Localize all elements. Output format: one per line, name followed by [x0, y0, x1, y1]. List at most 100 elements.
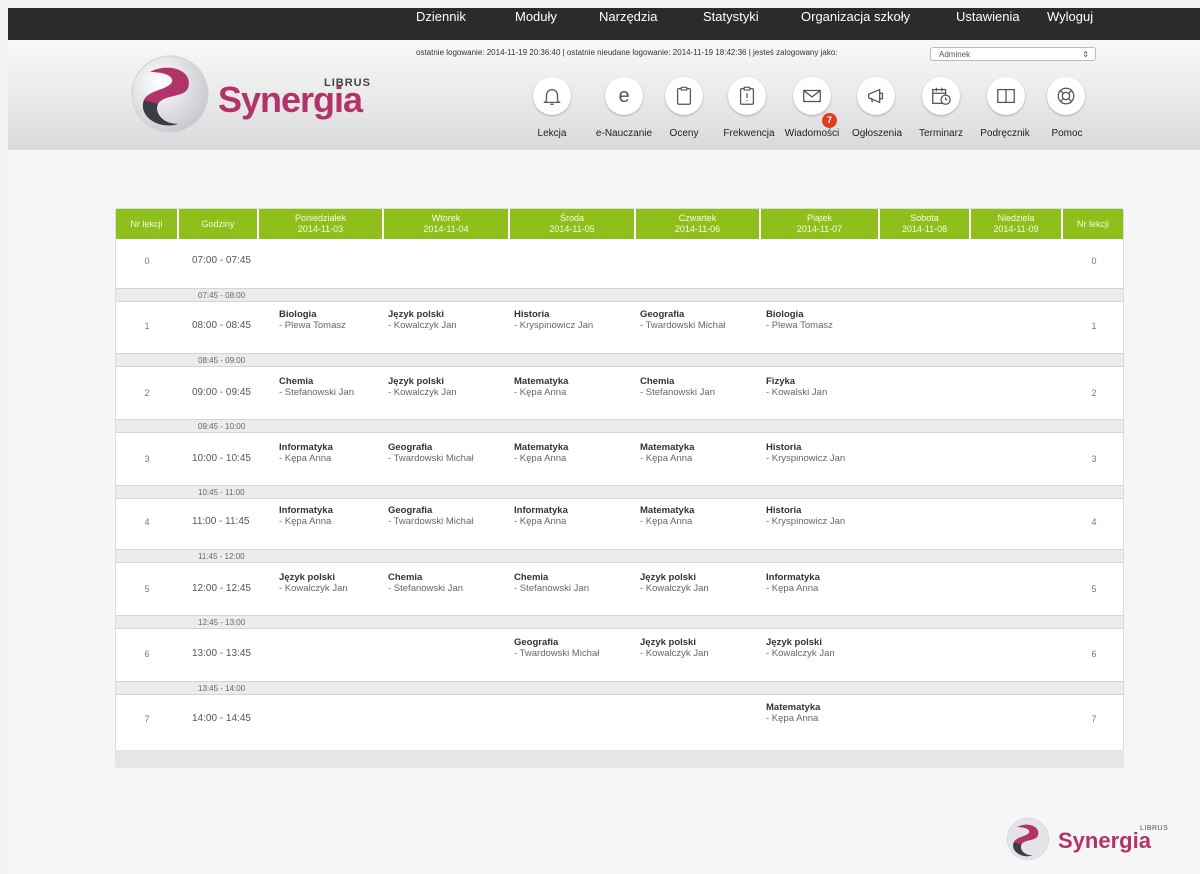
lesson-number: 5	[144, 584, 150, 594]
lesson-subject[interactable]: Informatyka	[766, 572, 820, 583]
podrecznik-label[interactable]: Podręcznik	[980, 128, 1029, 139]
lesson-subject[interactable]: Historia	[766, 505, 801, 516]
lesson-number-right: 7	[1091, 714, 1097, 724]
lesson-subject[interactable]: Informatyka	[279, 505, 333, 516]
lesson-teacher: - Stefanowski Jan	[514, 583, 589, 594]
break-hours: 08:45 - 09:00	[198, 356, 246, 365]
pomoc-label[interactable]: Pomoc	[1051, 128, 1082, 139]
lesson-teacher: - Kowalczyk Jan	[279, 583, 348, 594]
lesson-subject[interactable]: Chemia	[279, 376, 313, 387]
lesson-teacher: - Kryspinowicz Jan	[514, 320, 594, 331]
lesson-subject[interactable]: Historia	[766, 442, 801, 453]
lesson-subject[interactable]: Matematyka	[640, 505, 694, 516]
column-header-name: Piątek	[806, 213, 832, 223]
ogloszenia-button[interactable]	[857, 77, 895, 115]
lesson-number: 1	[144, 321, 150, 331]
lesson-teacher: - Kępa Anna	[640, 516, 693, 527]
footer-logo-icon	[1006, 817, 1050, 861]
column-header: Nr lekcji	[1063, 209, 1123, 239]
lesson-teacher: - Kowalski Jan	[766, 387, 828, 398]
column-header: Sobota 2014-11-08	[880, 209, 969, 239]
lesson-subject[interactable]: Geografia	[514, 637, 558, 648]
lesson-subject[interactable]: Język polski	[279, 572, 335, 583]
column-header-name: Wtorek	[431, 213, 461, 223]
column-header: Wtorek 2014-11-04	[384, 209, 508, 239]
e-nauczanie-button[interactable]: e	[605, 77, 643, 115]
lekcja-label[interactable]: Lekcja	[538, 128, 567, 139]
column-header-date: 2014-11-08	[901, 224, 948, 234]
lesson-subject[interactable]: Informatyka	[514, 505, 568, 516]
lesson-subject[interactable]: Chemia	[640, 376, 674, 387]
bell-icon	[543, 89, 561, 105]
user-select[interactable]: Adminek ⇕	[930, 47, 1096, 61]
lesson-subject[interactable]: Matematyka	[514, 442, 568, 453]
column-header-name: Sobota	[910, 213, 939, 223]
nav-statystyki[interactable]: Statystyki	[703, 9, 759, 24]
lesson-teacher: - Kępa Anna	[279, 453, 332, 464]
lesson-subject[interactable]: Geografia	[388, 442, 432, 453]
nav-dziennik[interactable]: Dziennik	[416, 9, 466, 24]
podrecznik-button[interactable]	[987, 77, 1025, 115]
book-icon	[997, 88, 1015, 104]
nav-narzedzia[interactable]: Narzędzia	[599, 9, 658, 24]
synergia-logo-icon[interactable]	[128, 54, 212, 134]
lesson-subject[interactable]: Matematyka	[514, 376, 568, 387]
wiadomosci-button[interactable]	[793, 77, 831, 115]
column-header-date: 2014-11-05	[549, 224, 595, 234]
login-info: ostatnie logowanie: 2014-11-19 20:36:40 …	[416, 48, 838, 57]
nav-moduly[interactable]: Moduły	[515, 9, 557, 24]
column-header-date: 2014-11-04	[423, 224, 469, 234]
nav-ustawienia[interactable]: Ustawienia	[956, 9, 1020, 24]
terminarz-label[interactable]: Terminarz	[919, 128, 963, 139]
column-header: Czwartek 2014-11-06	[636, 209, 759, 239]
terminarz-button[interactable]	[922, 77, 960, 115]
ogloszenia-label[interactable]: Ogłoszenia	[852, 128, 902, 139]
lesson-subject[interactable]: Język polski	[766, 637, 822, 648]
lekcja-button[interactable]	[533, 77, 571, 115]
column-header: Poniedziałek 2014-11-03	[259, 209, 382, 239]
lesson-subject[interactable]: Matematyka	[640, 442, 694, 453]
break-row	[116, 353, 1123, 367]
lesson-hours: 14:00 - 14:45	[192, 713, 251, 724]
nav-organizacja-szkoly[interactable]: Organizacja szkoły	[801, 9, 910, 24]
lesson-subject[interactable]: Informatyka	[279, 442, 333, 453]
user-select-value: Adminek	[939, 50, 971, 59]
column-header-name: Czwartek	[678, 213, 717, 223]
column-header: Niedziela 2014-11-09	[971, 209, 1061, 239]
frekwencja-label[interactable]: Frekwencja	[723, 128, 774, 139]
lesson-number-right: 5	[1091, 584, 1097, 594]
lesson-subject[interactable]: Język polski	[388, 309, 444, 320]
e-nauczanie-label[interactable]: e-Nauczanie	[596, 128, 652, 139]
break-row	[116, 549, 1123, 563]
lesson-subject[interactable]: Język polski	[640, 572, 696, 583]
lesson-subject[interactable]: Fizyka	[766, 376, 795, 387]
break-row	[116, 615, 1123, 629]
lesson-subject[interactable]: Język polski	[640, 637, 696, 648]
break-hours: 13:45 - 14:00	[198, 684, 246, 693]
wiadomosci-label[interactable]: Wiadomości	[785, 128, 839, 139]
lesson-subject[interactable]: Język polski	[388, 376, 444, 387]
lesson-subject[interactable]: Biologia	[766, 309, 803, 320]
lesson-teacher: - Twardowski Michał	[388, 516, 474, 527]
column-header: Piątek 2014-11-07	[761, 209, 878, 239]
oceny-label[interactable]: Oceny	[670, 128, 699, 139]
break-hours: 11:45 - 12:00	[198, 552, 245, 561]
lesson-teacher: - Kępa Anna	[766, 713, 819, 724]
frekwencja-button[interactable]	[728, 77, 766, 115]
lesson-teacher: - Stefanowski Jan	[279, 387, 354, 398]
brand-sub: LIBRUS	[324, 77, 371, 89]
lesson-subject[interactable]: Geografia	[388, 505, 432, 516]
nav-wyloguj[interactable]: Wyloguj	[1047, 9, 1093, 24]
lesson-subject[interactable]: Historia	[514, 309, 549, 320]
oceny-button[interactable]	[665, 77, 703, 115]
break-hours: 10:45 - 11:00	[198, 488, 245, 497]
lesson-number-right: 0	[1091, 256, 1097, 266]
lesson-subject[interactable]: Biologia	[279, 309, 316, 320]
pomoc-button[interactable]	[1047, 77, 1085, 115]
lesson-subject[interactable]: Chemia	[388, 572, 422, 583]
footer-brand-name: Synergia	[1058, 828, 1151, 853]
lesson-subject[interactable]: Geografia	[640, 309, 684, 320]
lesson-subject[interactable]: Chemia	[514, 572, 548, 583]
lesson-teacher: - Kryspinowicz Jan	[766, 453, 846, 464]
lesson-subject[interactable]: Matematyka	[766, 702, 820, 713]
